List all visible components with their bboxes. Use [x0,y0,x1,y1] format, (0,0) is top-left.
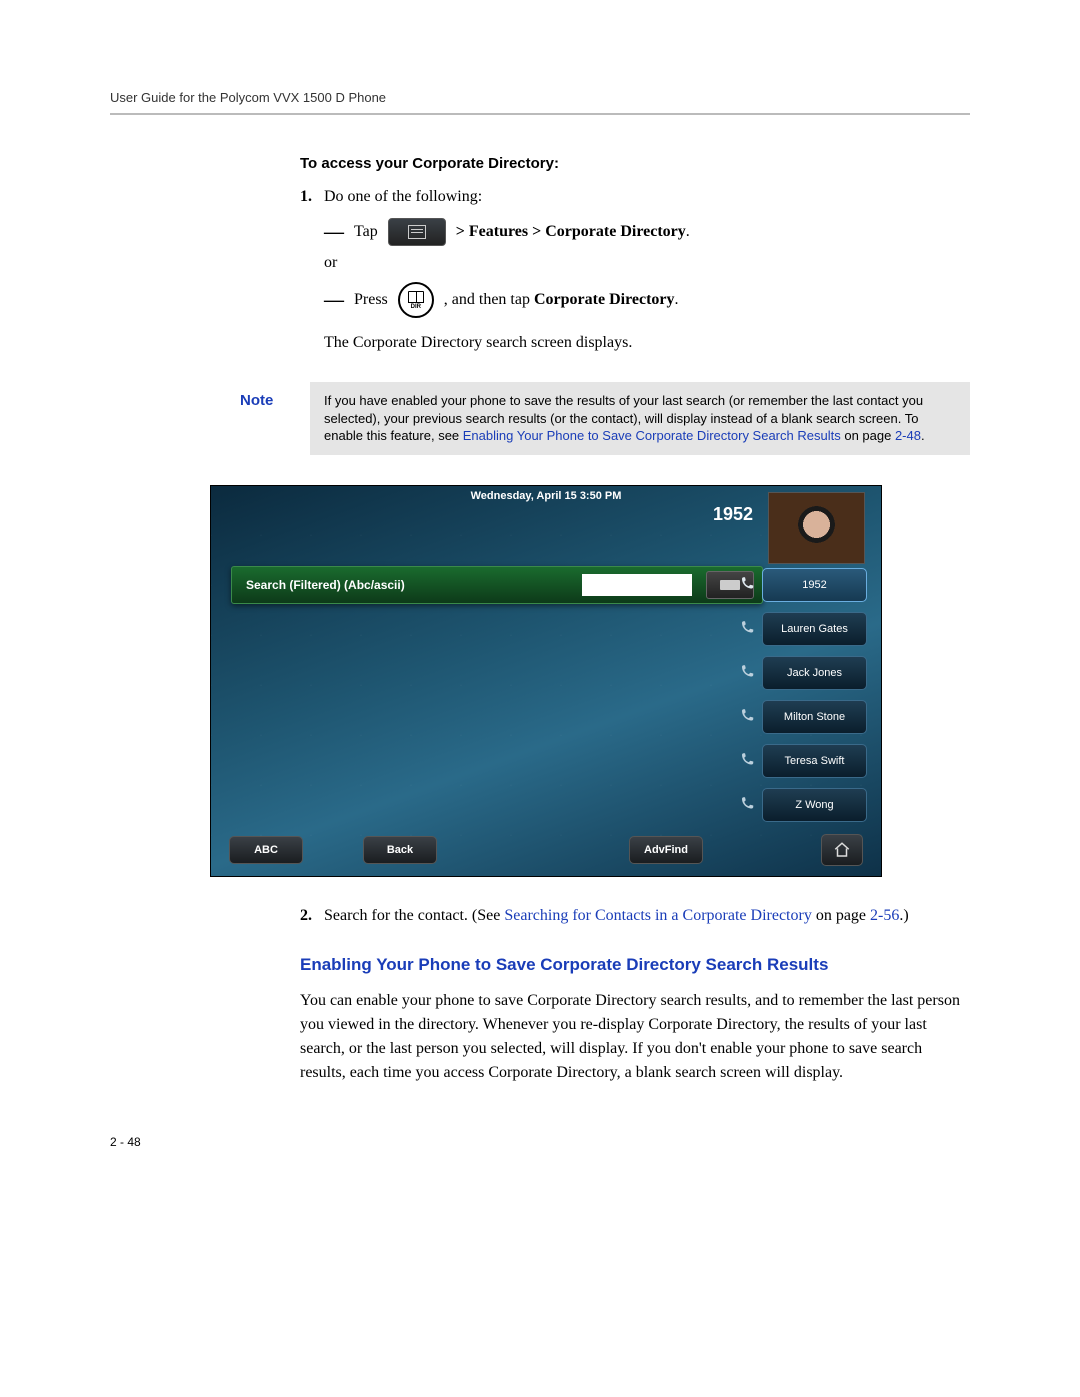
contact-item[interactable]: Jack Jones [762,656,867,690]
home-icon [833,841,851,859]
contact-label: Milton Stone [784,711,845,723]
dash-icon: — [324,221,344,244]
section-title: To access your Corporate Directory: [300,155,970,172]
corp-dir-bold: Corporate Directory [534,291,675,308]
note-text-mid: on page [844,428,895,443]
handset-icon [739,795,757,813]
handset-icon [739,751,757,769]
contact-label: 1952 [802,579,826,591]
note-body: If you have enabled your phone to save t… [310,382,970,455]
page-number: 2 - 48 [110,1135,970,1149]
period: . [675,291,679,308]
handset-icon [739,619,757,637]
contact-label: Z Wong [795,799,833,811]
result-line: The Corporate Directory search screen di… [324,332,970,354]
softkey-spacer [497,837,569,863]
bullet-press: — Press DIR , and then tap Corporate Dir… [324,282,970,318]
step2-pre: Search for the contact. (See [324,907,504,924]
contact-label: Teresa Swift [785,755,845,767]
handset-icon [739,575,757,593]
menu-button-icon [388,218,446,246]
search-mode-label: Search (Filtered) (Abc/ascii) [232,578,582,592]
contact-item[interactable]: Milton Stone [762,700,867,734]
step-2-text: Search for the contact. (See Searching f… [324,907,909,925]
contact-item[interactable]: Z Wong [762,788,867,822]
note-label: Note [240,382,310,455]
press-label: Press [354,291,388,309]
home-button[interactable] [821,834,863,866]
contact-list: 1952 Lauren Gates Jack Jones [762,568,867,822]
step-number: 1. [300,188,324,206]
contact-item[interactable]: Teresa Swift [762,744,867,778]
extension-number: 1952 [713,504,753,525]
step-number: 2. [300,907,324,925]
softkey-row: ABC Back AdvFind [229,834,863,866]
page-header: User Guide for the Polycom VVX 1500 D Ph… [110,90,970,115]
step2-end: .) [899,907,908,924]
contact-label: Jack Jones [787,667,842,679]
softkey-back[interactable]: Back [363,836,437,864]
step-2: 2. Search for the contact. (See Searchin… [300,907,970,925]
subsection-heading: Enabling Your Phone to Save Corporate Di… [300,955,970,975]
contact-item[interactable]: 1952 [762,568,867,602]
phone-screenshot: Wednesday, April 15 3:50 PM 1952 Search … [210,485,882,877]
menu-path: > Features > Corporate Directory [456,223,686,240]
softkey-abc[interactable]: ABC [229,836,303,864]
contact-label: Lauren Gates [781,623,848,635]
bullet-tap: — Tap > Features > Corporate Directory. [324,218,970,246]
step2-link[interactable]: Searching for Contacts in a Corporate Di… [504,907,811,924]
or-text: or [324,254,970,272]
search-bar: Search (Filtered) (Abc/ascii) [231,566,763,604]
step-text: Do one of the following: [324,188,482,206]
search-input[interactable] [582,574,692,596]
directory-key-icon: DIR [398,282,434,318]
note-page-link[interactable]: 2-48 [895,428,921,443]
handset-icon [739,707,757,725]
dash-icon: — [324,289,344,312]
step-1: 1. Do one of the following: [300,188,970,206]
camera-preview [768,492,865,564]
period: . [686,223,690,240]
step2-page-link[interactable]: 2-56 [870,907,899,924]
handset-icon [739,663,757,681]
press-mid: , and then tap [444,291,534,308]
note-block: Note If you have enabled your phone to s… [240,382,970,455]
body-paragraph: You can enable your phone to save Corpor… [300,989,970,1085]
tap-label: Tap [354,223,378,241]
note-end: . [921,428,925,443]
contact-item[interactable]: Lauren Gates [762,612,867,646]
step2-mid: on page [812,907,870,924]
note-link[interactable]: Enabling Your Phone to Save Corporate Di… [463,428,841,443]
softkey-advfind[interactable]: AdvFind [629,836,703,864]
